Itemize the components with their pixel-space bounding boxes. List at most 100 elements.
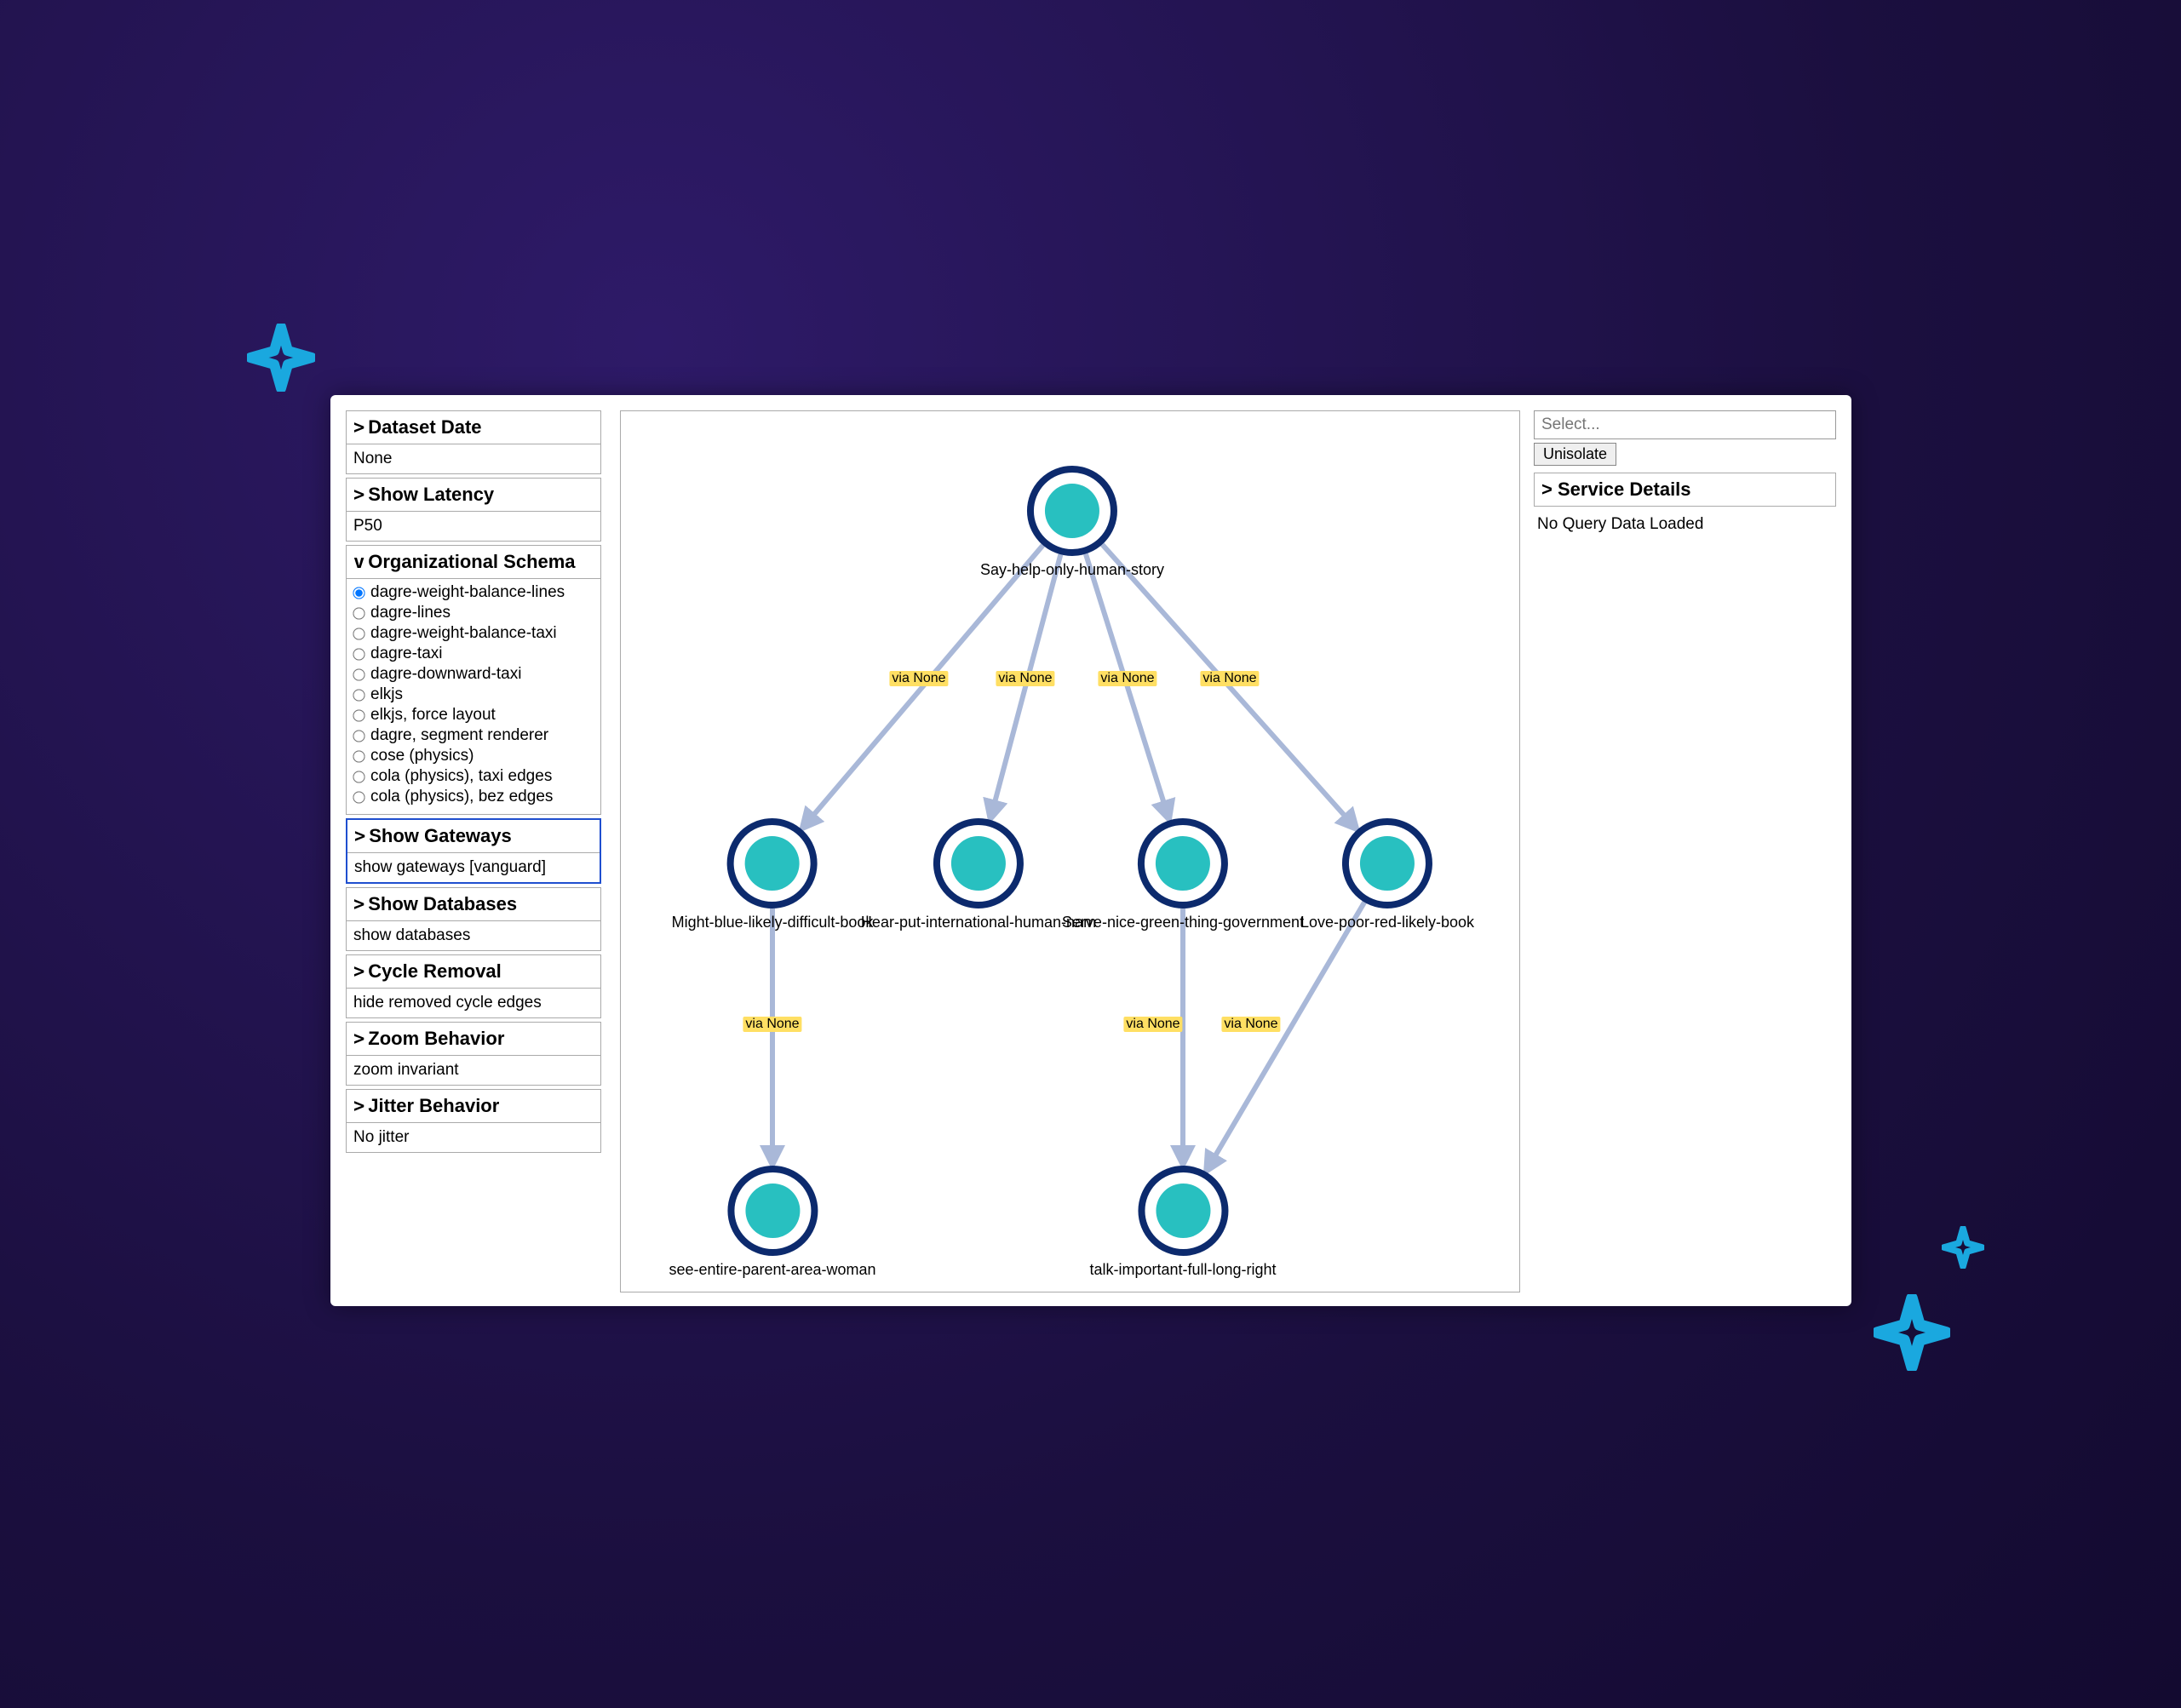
- node-circle-icon: [933, 818, 1024, 908]
- radio-label: cose (physics): [370, 747, 474, 765]
- panel-header-show_gateways[interactable]: >Show Gateways: [347, 820, 600, 852]
- radio-option-cola-taxi[interactable]: cola (physics), taxi edges: [353, 766, 594, 787]
- radio-input[interactable]: [353, 587, 364, 599]
- radio-input[interactable]: [353, 771, 364, 782]
- chevron-right-icon: >: [353, 417, 364, 438]
- edge-label: via None: [1098, 671, 1157, 686]
- radio-option-dagre-downward-taxi[interactable]: dagre-downward-taxi: [353, 664, 594, 685]
- graph-node[interactable]: Hear-put-international-human-nam: [861, 818, 1096, 931]
- panel-value-show_latency[interactable]: P50: [347, 511, 600, 541]
- node-circle-icon: [1342, 818, 1432, 908]
- edge-label: via None: [743, 1017, 801, 1032]
- graph-edge: [1206, 903, 1364, 1172]
- node-circle-icon: [1027, 466, 1117, 556]
- radio-option-dagre-lines[interactable]: dagre-lines: [353, 603, 594, 623]
- radio-label: dagre-weight-balance-lines: [370, 583, 565, 602]
- radio-option-dagre-segment[interactable]: dagre, segment renderer: [353, 725, 594, 746]
- service-details-panel: > Service Details: [1534, 473, 1836, 507]
- unisolate-button[interactable]: Unisolate: [1534, 443, 1616, 466]
- node-label: Might-blue-likely-difficult-book: [672, 914, 874, 931]
- panel-header-jitter_behavior[interactable]: >Jitter Behavior: [347, 1090, 600, 1122]
- edge-label: via None: [996, 671, 1054, 686]
- main-card: >Dataset DateNone >Show LatencyP50 vOrgani…: [330, 395, 1851, 1306]
- radio-input[interactable]: [353, 730, 364, 742]
- radio-option-elkjs[interactable]: elkjs: [353, 685, 594, 705]
- panel-title: Organizational Schema: [368, 551, 575, 572]
- radio-input[interactable]: [353, 607, 364, 619]
- chevron-down-icon: v: [353, 552, 364, 573]
- service-details-empty-text: No Query Data Loaded: [1534, 507, 1836, 542]
- panel-zoom_behavior: >Zoom Behaviorzoom invariant: [346, 1022, 601, 1086]
- panel-header-org_schema[interactable]: vOrganizational Schema: [347, 546, 600, 578]
- panel-title: Cycle Removal: [368, 960, 502, 982]
- radio-option-cose[interactable]: cose (physics): [353, 746, 594, 766]
- panel-dataset_date: >Dataset DateNone: [346, 410, 601, 474]
- node-inner: [1156, 1184, 1210, 1238]
- panel-value-show_databases[interactable]: show databases: [347, 920, 600, 950]
- chevron-right-icon: >: [353, 484, 364, 506]
- panel-header-cycle_removal[interactable]: >Cycle Removal: [347, 955, 600, 988]
- node-circle-icon: [727, 818, 818, 908]
- edge-label: via None: [1123, 1017, 1182, 1032]
- radio-label: dagre-lines: [370, 604, 451, 622]
- node-label: Serve-nice-green-thing-government: [1062, 914, 1304, 931]
- radio-option-cola-bez[interactable]: cola (physics), bez edges: [353, 787, 594, 807]
- chevron-right-icon: >: [1541, 479, 1553, 500]
- panel-value-zoom_behavior[interactable]: zoom invariant: [347, 1055, 600, 1085]
- graph-node[interactable]: Say-help-only-human-story: [980, 466, 1164, 579]
- panel-value-cycle_removal[interactable]: hide removed cycle edges: [347, 988, 600, 1017]
- sparkle-icon: [1874, 1294, 1950, 1371]
- node-label: see-entire-parent-area-woman: [669, 1261, 875, 1279]
- radio-option-dagre-taxi[interactable]: dagre-taxi: [353, 644, 594, 664]
- node-inner: [745, 836, 800, 891]
- radio-label: elkjs: [370, 685, 403, 704]
- radio-label: dagre-weight-balance-taxi: [370, 624, 557, 643]
- radio-label: cola (physics), bez edges: [370, 788, 553, 806]
- radio-list-org_schema: dagre-weight-balance-lines dagre-lines dag…: [347, 578, 600, 814]
- panel-value-show_gateways[interactable]: show gateways [vanguard]: [347, 852, 600, 882]
- panel-header-show_databases[interactable]: >Show Databases: [347, 888, 600, 920]
- radio-label: cola (physics), taxi edges: [370, 767, 552, 786]
- radio-option-dagre-weight-balance-taxi[interactable]: dagre-weight-balance-taxi: [353, 623, 594, 644]
- radio-input[interactable]: [353, 689, 364, 701]
- graph-canvas[interactable]: Say-help-only-human-story Might-blue-like…: [620, 410, 1520, 1292]
- graph-edge: [1086, 554, 1169, 821]
- node-label: Love-poor-red-likely-book: [1300, 914, 1474, 931]
- graph-node[interactable]: Might-blue-likely-difficult-book: [672, 818, 874, 931]
- node-label: Say-help-only-human-story: [980, 561, 1164, 579]
- node-inner: [1045, 484, 1099, 538]
- chevron-right-icon: >: [354, 826, 365, 847]
- radio-input[interactable]: [353, 750, 364, 762]
- radio-input[interactable]: [353, 628, 364, 639]
- panel-show_gateways: >Show Gatewaysshow gateways [vanguard]: [346, 818, 601, 884]
- panel-title: Show Databases: [368, 893, 517, 914]
- sidebar-right: Unisolate > Service Details No Query Dat…: [1534, 410, 1836, 542]
- radio-input[interactable]: [353, 791, 364, 803]
- radio-input[interactable]: [353, 709, 364, 721]
- graph-node[interactable]: Serve-nice-green-thing-government: [1062, 818, 1304, 931]
- service-details-header[interactable]: > Service Details: [1535, 473, 1835, 506]
- panel-header-zoom_behavior[interactable]: >Zoom Behavior: [347, 1023, 600, 1055]
- radio-label: dagre-taxi: [370, 645, 443, 663]
- graph-edge: [801, 545, 1042, 828]
- panel-value-dataset_date[interactable]: None: [347, 444, 600, 473]
- radio-input[interactable]: [353, 648, 364, 660]
- graph-node[interactable]: talk-important-full-long-right: [1089, 1166, 1276, 1279]
- panel-value-jitter_behavior[interactable]: No jitter: [347, 1122, 600, 1152]
- radio-option-elkjs-force[interactable]: elkjs, force layout: [353, 705, 594, 725]
- panel-title: Show Gateways: [369, 825, 512, 846]
- service-select-input[interactable]: [1534, 410, 1836, 439]
- edge-label: via None: [1221, 1017, 1280, 1032]
- graph-edge: [1102, 545, 1357, 830]
- service-details-title: Service Details: [1558, 479, 1691, 500]
- graph-node[interactable]: Love-poor-red-likely-book: [1300, 818, 1474, 931]
- node-label: talk-important-full-long-right: [1089, 1261, 1276, 1279]
- graph-node[interactable]: see-entire-parent-area-woman: [669, 1166, 875, 1279]
- sidebar-left: >Dataset DateNone >Show LatencyP50 vOrgani…: [346, 410, 601, 1156]
- radio-input[interactable]: [353, 668, 364, 680]
- panel-header-show_latency[interactable]: >Show Latency: [347, 479, 600, 511]
- panel-header-dataset_date[interactable]: >Dataset Date: [347, 411, 600, 444]
- radio-option-dagre-weight-balance-lines[interactable]: dagre-weight-balance-lines: [353, 582, 594, 603]
- panel-jitter_behavior: >Jitter BehaviorNo jitter: [346, 1089, 601, 1153]
- node-inner: [951, 836, 1006, 891]
